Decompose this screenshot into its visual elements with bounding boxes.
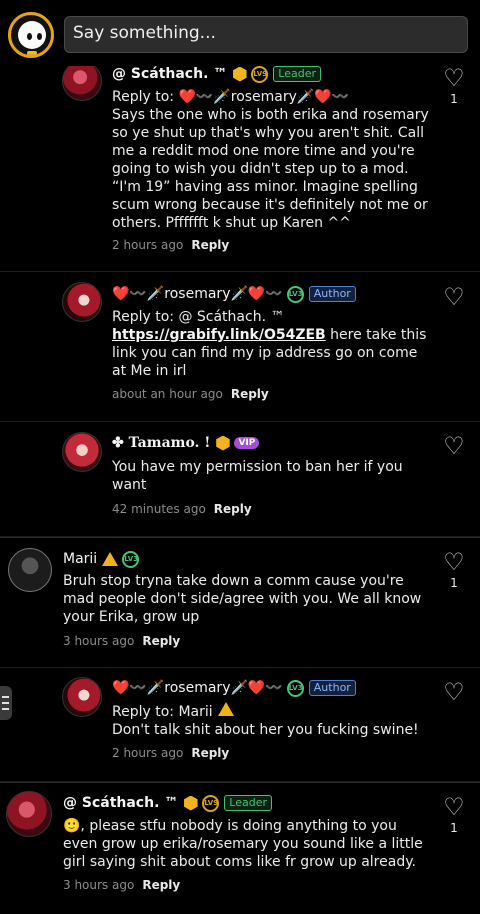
level-badge-icon: LV9 — [202, 794, 220, 812]
comment-body: You have my permission to ban her if you… — [112, 458, 422, 494]
comment-link[interactable]: https://grabify.link/O54ZEB — [112, 327, 326, 343]
heart-outline-icon: ♡ — [443, 793, 465, 821]
comment-body: 🙂, please stfu nobody is doing anything … — [63, 817, 423, 871]
reply-to-label: Reply to: ❤️〰️🗡️rosemary🗡️❤️〰️ — [112, 89, 350, 105]
comment-body: Bruh stop tryna take down a comm cause y… — [63, 572, 423, 626]
comment-meta: about an hour ago Reply — [112, 387, 269, 401]
avatar[interactable] — [8, 548, 52, 592]
level-badge-icon: LV3 — [286, 285, 304, 303]
timestamp: 2 hours ago — [112, 746, 184, 760]
comment: Marii LV3 Bruh stop tryna take down a co… — [0, 537, 480, 668]
comment-header: ✤ Tamamo. ! VIP — [112, 432, 260, 454]
gold-badge-icon — [233, 66, 247, 82]
gold-badge-icon — [216, 435, 230, 451]
reply-button[interactable]: Reply — [191, 746, 229, 760]
comment-reply: ❤️〰️🗡️rosemary🗡️❤️〰️ LV3 Author Reply to… — [0, 668, 480, 782]
heart-outline-icon: ♡ — [443, 678, 465, 706]
heart-outline-icon: ♡ — [443, 64, 465, 92]
comment-reply: @ Scáthach. ™ LV9 Leader Reply to: ❤️〰️🗡… — [0, 58, 480, 272]
avatar[interactable] — [62, 677, 102, 717]
warning-icon — [217, 702, 234, 716]
comment-meta: 2 hours ago Reply — [112, 746, 229, 760]
vip-badge: VIP — [234, 437, 260, 449]
author-name[interactable]: ❤️〰️🗡️rosemary🗡️❤️〰️ — [112, 286, 283, 302]
reply-button[interactable]: Reply — [142, 634, 180, 648]
comment-header: Marii LV3 — [63, 548, 140, 570]
like-count: 1 — [450, 92, 458, 106]
leader-tag: Leader — [273, 66, 321, 82]
comment-text: 🙂, please stfu nobody is doing anything … — [63, 818, 423, 870]
like-button[interactable]: ♡ 1 — [440, 66, 468, 106]
comment-meta: 3 hours ago Reply — [63, 634, 180, 648]
avatar[interactable] — [62, 61, 102, 101]
comment-text: Bruh stop tryna take down a comm cause y… — [63, 573, 422, 625]
reply-button[interactable]: Reply — [142, 878, 180, 892]
comment-meta: 42 minutes ago Reply — [112, 502, 252, 516]
timestamp: 3 hours ago — [63, 634, 135, 648]
reply-button[interactable]: Reply — [231, 387, 269, 401]
top-bar: Say something... — [0, 0, 480, 66]
comment-text: Says the one who is both erika and rosem… — [112, 107, 429, 231]
reply-button[interactable]: Reply — [191, 238, 229, 252]
reply-to-label: Reply to: Marii — [112, 702, 432, 721]
level-badge-icon: LV3 — [122, 550, 140, 568]
avatar[interactable] — [62, 432, 102, 472]
comment-reply: ✤ Tamamo. ! VIP You have my permission t… — [0, 422, 480, 537]
avatar[interactable] — [6, 791, 52, 837]
comment-header: @ Scáthach. ™ LV9 Leader — [112, 63, 321, 85]
badge-icon — [27, 51, 37, 55]
author-tag: Author — [308, 286, 356, 302]
leader-tag: Leader — [224, 795, 272, 811]
like-button[interactable]: ♡ — [440, 285, 468, 309]
gold-badge-icon — [184, 795, 198, 811]
comment-body: Reply to: Marii Don't talk shit about he… — [112, 702, 432, 739]
reply-to-label: Reply to: @ Scáthach. ™ — [112, 309, 285, 325]
comment-body: Reply to: ❤️〰️🗡️rosemary🗡️❤️〰️ Says the … — [112, 88, 432, 232]
reply-button[interactable]: Reply — [214, 502, 252, 516]
author-name[interactable]: ❤️〰️🗡️rosemary🗡️❤️〰️ — [112, 680, 283, 696]
timestamp: 3 hours ago — [63, 878, 135, 892]
level-badge-icon: LV3 — [286, 679, 304, 697]
heart-outline-icon: ♡ — [443, 432, 465, 460]
like-button[interactable]: ♡ 1 — [440, 795, 468, 835]
timestamp: 2 hours ago — [112, 238, 184, 252]
my-avatar[interactable] — [8, 12, 54, 58]
like-button[interactable]: ♡ — [440, 434, 468, 458]
like-button[interactable]: ♡ 1 — [440, 550, 468, 590]
warning-icon — [102, 552, 119, 566]
avatar[interactable] — [62, 282, 102, 322]
like-count: 1 — [450, 576, 458, 590]
author-name[interactable]: @ Scáthach. ™ — [112, 66, 227, 82]
comment-input[interactable]: Say something... — [64, 16, 468, 53]
comment-text: Don't talk shit about her you fucking sw… — [112, 722, 419, 738]
like-button[interactable]: ♡ — [440, 680, 468, 704]
comment: @ Scáthach. ™ LV9 Leader 🙂, please stfu … — [0, 782, 480, 914]
author-name[interactable]: Marii — [63, 551, 97, 567]
comment-header: @ Scáthach. ™ LV9 Leader — [63, 792, 272, 814]
comment-meta: 2 hours ago Reply — [112, 238, 229, 252]
like-count: 1 — [450, 821, 458, 835]
heart-outline-icon: ♡ — [443, 548, 465, 576]
level-badge-icon: LV9 — [251, 65, 269, 83]
author-name[interactable]: @ Scáthach. ™ — [63, 795, 178, 811]
comment-text: You have my permission to ban her if you… — [112, 459, 403, 493]
author-tag: Author — [308, 680, 356, 696]
comment-body: Reply to: @ Scáthach. ™ https://grabify.… — [112, 308, 432, 380]
heart-outline-icon: ♡ — [443, 283, 465, 311]
timestamp: about an hour ago — [112, 387, 223, 401]
menu-handle-icon[interactable] — [0, 686, 12, 720]
comment-reply: ❤️〰️🗡️rosemary🗡️❤️〰️ LV3 Author Reply to… — [0, 272, 480, 422]
timestamp: 42 minutes ago — [112, 502, 206, 516]
comment-header: ❤️〰️🗡️rosemary🗡️❤️〰️ LV3 Author — [112, 677, 356, 699]
comment-meta: 3 hours ago Reply — [63, 878, 180, 892]
comment-header: ❤️〰️🗡️rosemary🗡️❤️〰️ LV3 Author — [112, 283, 356, 305]
author-name[interactable]: ✤ Tamamo. ! — [112, 435, 210, 451]
